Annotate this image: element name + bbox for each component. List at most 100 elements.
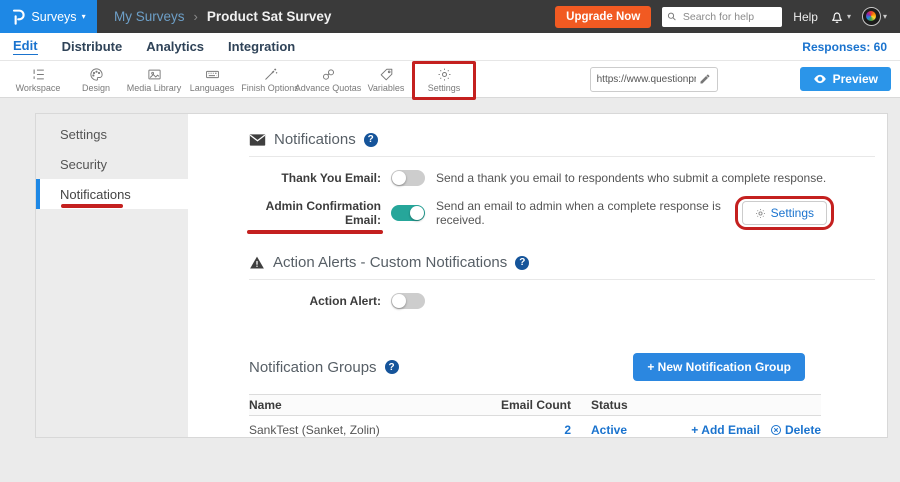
table-row: SankTest (Sanket, Zolin) 2 Active +Add E… [249,416,821,444]
avatar [862,7,881,26]
survey-tabbar: Edit Distribute Analytics Integration Re… [0,33,900,60]
tab-distribute[interactable]: Distribute [62,39,123,54]
admin-email-settings-button[interactable]: Settings [742,201,827,225]
add-email-link[interactable]: +Add Email [691,423,760,437]
gear-icon [755,208,766,219]
product-switcher[interactable]: Surveys ▾ [0,0,97,33]
thank-you-email-label: Thank You Email: [249,171,381,185]
toolbar-item-settings[interactable]: Settings [415,65,473,93]
admin-confirmation-email-row: Admin Confirmation Email: Send an email … [249,199,875,227]
section-title-action-alerts: Action Alerts - Custom Notifications [273,254,507,271]
edit-toolbar: Workspace Design Media Library Languages… [0,60,900,98]
toolbar-item-finish-options[interactable]: Finish Options [241,65,299,93]
notification-groups-header: Notification Groups ? [249,359,399,376]
group-email-count-link[interactable]: 2 [501,423,571,437]
thank-you-email-toggle[interactable] [391,170,425,186]
caret-down-icon: ▾ [847,13,851,21]
account-menu[interactable]: ▾ [862,7,887,26]
tab-integration[interactable]: Integration [228,39,295,54]
eye-icon [813,72,827,86]
sidebar-item-security[interactable]: Security [36,149,188,179]
breadcrumb-current-survey: Product Sat Survey [207,9,332,24]
toolbar-item-advance-quotas[interactable]: Advance Quotas [299,65,357,93]
tab-edit[interactable]: Edit [13,38,38,55]
group-name: SankTest (Sanket, Zolin) [249,423,501,437]
caret-down-icon: ▾ [82,13,86,21]
breadcrumb: My Surveys › Product Sat Survey [114,9,331,24]
help-question-icon[interactable]: ? [385,360,399,374]
toolbar-item-languages[interactable]: Languages [183,65,241,93]
new-notification-group-button[interactable]: + New Notification Group [633,353,805,381]
preview-button[interactable]: Preview [800,67,891,91]
delete-link[interactable]: Delete [770,423,821,437]
help-link[interactable]: Help [793,10,818,24]
action-alert-row: Action Alert: [249,293,875,309]
col-header-email-count: Email Count [501,398,571,412]
envelope-icon [249,133,266,147]
topbar: Surveys ▾ My Surveys › Product Sat Surve… [0,0,900,33]
product-menu-label: Surveys [31,10,76,24]
plus-icon: + [691,423,698,437]
col-header-name: Name [249,398,501,412]
notifications-bell-menu[interactable]: ▾ [829,9,851,25]
action-alerts-header: Action Alerts - Custom Notifications ? [249,254,875,271]
settings-gear-icon [437,67,452,82]
annotation-underline-notifications [61,204,123,208]
warning-triangle-icon [249,255,265,270]
design-palette-icon [89,67,104,82]
toolbar-item-workspace[interactable]: Workspace [9,65,67,93]
delete-circle-icon [770,424,782,436]
upgrade-now-button[interactable]: Upgrade Now [555,6,651,28]
advance-quotas-chain-icon [321,67,336,82]
help-question-icon[interactable]: ? [364,133,378,147]
tab-analytics[interactable]: Analytics [146,39,204,54]
toolbar-item-variables[interactable]: Variables [357,65,415,93]
admin-confirmation-email-label: Admin Confirmation Email: [249,199,381,227]
action-alert-label: Action Alert: [249,294,381,308]
notifications-section-header: Notifications ? [249,131,875,148]
caret-down-icon: ▾ [883,13,887,21]
languages-keyboard-icon [205,67,220,82]
sidebar-item-settings[interactable]: Settings [36,119,188,149]
toolbar-item-design[interactable]: Design [67,65,125,93]
workspace-icon [31,67,46,82]
survey-url-field[interactable]: https://www.questionpro.com/t/. [590,67,718,92]
settings-panel: Settings Security Notifications Notifica… [35,113,888,438]
annotation-underline-admin-email [247,230,383,234]
settings-side-nav: Settings Security Notifications [36,114,188,437]
questionpro-logo-icon [11,8,26,26]
table-header-row: Name Email Count Status [249,394,821,416]
toolbar-item-media-library[interactable]: Media Library [125,65,183,93]
admin-email-settings-wrap: Settings [742,201,827,225]
notification-groups-table: Name Email Count Status SankTest (Sanket… [249,394,821,444]
group-status-link[interactable]: Active [591,423,661,437]
action-alerts-section: Action Alerts - Custom Notifications ? A… [249,254,875,309]
sidebar-item-notifications[interactable]: Notifications [36,179,188,209]
admin-confirmation-email-desc: Send an email to admin when a complete r… [436,199,742,227]
divider [249,279,875,280]
bell-icon [829,9,845,25]
toolbar-right: https://www.questionpro.com/t/. Preview [590,67,891,92]
thank-you-email-desc: Send a thank you email to respondents wh… [436,171,826,185]
survey-url-value: https://www.questionpro.com/t/. [597,74,696,85]
section-title-notification-groups: Notification Groups [249,359,377,376]
search-input[interactable] [681,10,777,24]
media-library-icon [147,67,162,82]
variables-tag-icon [379,67,394,82]
edit-pencil-icon[interactable] [699,73,711,85]
chevron-right-icon: › [194,9,198,24]
notification-groups-section: Notification Groups ? + New Notification… [249,353,875,381]
breadcrumb-my-surveys[interactable]: My Surveys [114,9,185,24]
action-alert-toggle[interactable] [391,293,425,309]
section-title-notifications: Notifications [274,131,356,148]
search-icon [667,11,677,22]
col-header-status: Status [591,398,661,412]
notifications-content: Notifications ? Thank You Email: Send a … [188,114,887,437]
topbar-right: Upgrade Now Help ▾ ▾ [555,6,900,28]
help-question-icon[interactable]: ? [515,256,529,270]
page-body: Settings Security Notifications Notifica… [0,98,900,482]
admin-confirmation-email-toggle[interactable] [391,205,425,221]
finish-options-wand-icon [263,67,278,82]
help-search-box[interactable] [662,7,782,27]
responses-count[interactable]: Responses: 60 [802,40,887,54]
